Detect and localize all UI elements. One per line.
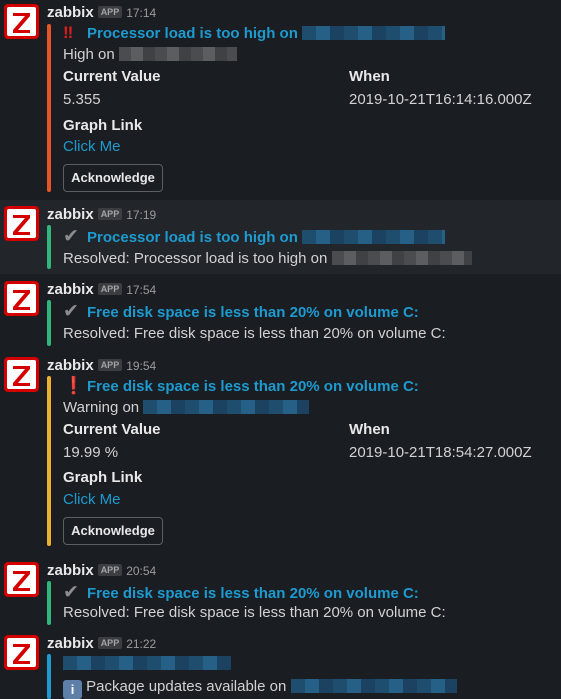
app-badge: APP [97,359,123,371]
redacted-host [118,47,237,61]
alert-title[interactable]: ✔ Processor load is too high on [63,225,446,247]
graph-link-label: Graph Link [63,117,143,134]
double-exclamation-icon: ‼ [63,23,74,42]
redacted-host [290,679,457,693]
timestamp[interactable]: 17:54 [126,283,156,297]
alert-text: Resolved: Free disk space is less than 2… [63,604,446,621]
when-value: 2019-10-21T18:54:27.000Z [349,444,532,461]
message-header: zabbix APP 19:54 [47,357,156,377]
message-header: zabbix APP 17:54 [47,281,156,301]
redacted-host [302,26,446,40]
attachment-color-bar [47,225,51,269]
graph-link[interactable]: Click Me [63,138,557,155]
zabbix-logo-icon [7,638,36,667]
check-icon: ✔ [63,226,79,247]
alert-text: Resolved: Processor load is too high on [63,250,557,267]
timestamp[interactable]: 20:54 [126,564,156,578]
message-3: zabbix APP 17:54 ✔ Free disk space is less … [0,275,561,349]
redacted-host [331,251,472,265]
check-icon: ✔ [63,301,79,322]
alert-title[interactable]: ❗ Free disk space is less than 20% on vol… [63,376,419,398]
attachment-color-bar [47,376,51,546]
zabbix-logo-icon [7,284,36,313]
redacted-host [63,656,231,670]
check-icon: ✔ [63,582,79,603]
redacted-title[interactable] [63,655,231,673]
current-value-label: Current Value [63,421,161,438]
info-icon: i [63,680,82,699]
message-header: zabbix APP 20:54 [47,562,156,582]
timestamp[interactable]: 19:54 [126,359,156,373]
sender-name[interactable]: zabbix [47,635,94,652]
app-badge: APP [97,283,123,295]
zabbix-avatar[interactable] [4,357,39,392]
zabbix-avatar[interactable] [4,4,39,39]
alert-title[interactable]: ✔ Free disk space is less than 20% on vol… [63,581,419,603]
sender-name[interactable]: zabbix [47,562,94,579]
message-header: zabbix APP 17:14 [47,4,156,24]
redacted-host [143,400,310,414]
alert-title[interactable]: ✔ Free disk space is less than 20% on vol… [63,300,419,322]
zabbix-logo-icon [7,360,36,389]
sender-name[interactable]: zabbix [47,4,94,21]
graph-link-label: Graph Link [63,469,143,486]
zabbix-avatar[interactable] [4,635,39,670]
redacted-host [302,230,446,244]
alert-text: Warning on [63,399,557,416]
message-header: zabbix APP 17:19 [47,206,156,226]
attachment-color-bar [47,581,51,625]
sender-name[interactable]: zabbix [47,357,94,374]
zabbix-logo-icon [7,565,36,594]
message-2: zabbix APP 17:19 ✔ Processor load is too hi… [0,200,561,274]
app-badge: APP [97,208,123,220]
acknowledge-button[interactable]: Acknowledge [63,517,163,545]
app-badge: APP [97,6,123,18]
sender-name[interactable]: zabbix [47,281,94,298]
zabbix-avatar[interactable] [4,281,39,316]
exclamation-icon: ❗ [63,376,85,395]
zabbix-avatar[interactable] [4,562,39,597]
attachment-color-bar [47,300,51,346]
when-value: 2019-10-21T16:14:16.000Z [349,91,532,108]
message-5: zabbix APP 20:54 ✔ Free disk space is less … [0,557,561,629]
current-value-label: Current Value [63,68,161,85]
attachment-color-bar [47,24,51,192]
app-badge: APP [97,564,123,576]
zabbix-logo-icon [7,209,36,238]
timestamp[interactable]: 17:14 [126,6,156,20]
message-6: zabbix APP 21:22 i Package updates availab… [0,630,561,699]
alert-text: i Package updates available on [63,678,557,699]
zabbix-logo-icon [7,7,36,36]
alert-title[interactable]: ‼ Processor load is too high on [63,23,446,45]
message-1: zabbix APP 17:14 ‼ Processor load is too hi… [0,0,561,200]
message-header: zabbix APP 21:22 [47,635,156,655]
when-label: When [349,68,390,85]
acknowledge-button[interactable]: Acknowledge [63,164,163,192]
attachment-color-bar [47,654,51,699]
timestamp[interactable]: 17:19 [126,208,156,222]
zabbix-avatar[interactable] [4,206,39,241]
alert-text: Resolved: Free disk space is less than 2… [63,325,446,342]
sender-name[interactable]: zabbix [47,206,94,223]
graph-link[interactable]: Click Me [63,491,557,508]
when-label: When [349,421,390,438]
message-4: zabbix APP 19:54 ❗ Free disk space is less … [0,352,561,555]
app-badge: APP [97,637,123,649]
alert-text: High on [63,46,557,63]
timestamp[interactable]: 21:22 [126,637,156,651]
